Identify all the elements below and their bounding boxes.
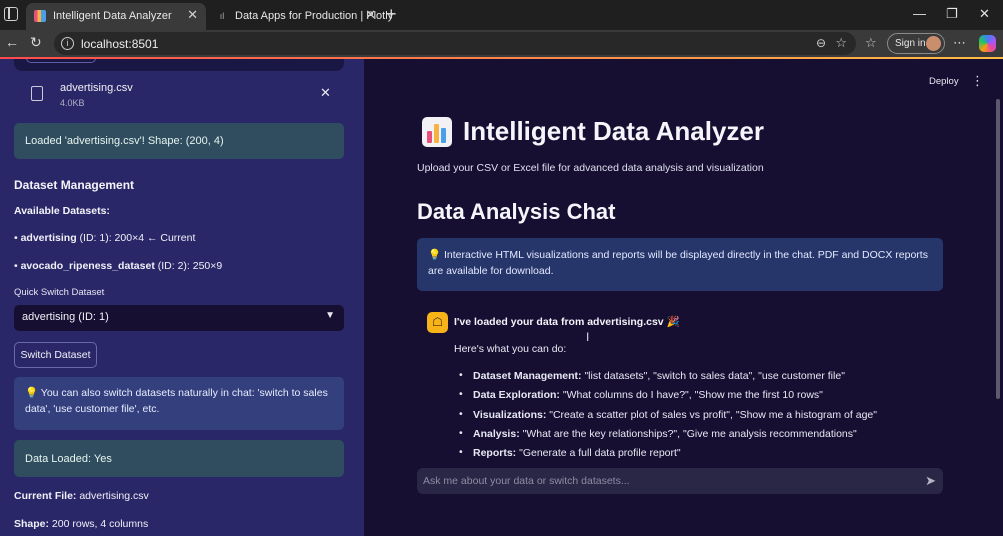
tip-text: 💡 You can also switch datasets naturally… <box>25 387 328 415</box>
list-item: Dataset Management: "list datasets", "sw… <box>458 369 877 389</box>
more-icon[interactable]: ⋯ <box>953 35 966 51</box>
kebab-icon[interactable]: ⋮ <box>971 73 984 89</box>
chevron-down-icon[interactable]: ▼ <box>325 310 335 321</box>
available-datasets-label: Available Datasets: <box>14 205 110 217</box>
current-file-line: Current File: advertising.csv <box>14 490 149 502</box>
page-subtitle: Upload your CSV or Excel file for advanc… <box>417 162 764 174</box>
bot-icon: ☖ <box>427 312 448 333</box>
send-icon[interactable]: ➤ <box>925 473 936 489</box>
new-tab-button[interactable]: + <box>386 4 397 25</box>
bar-chart-icon <box>422 117 452 147</box>
address-row: ← ↻ i localhost:8501 ⊖ ☆ ☆ Sign in ⋯ <box>0 30 1003 57</box>
zoom-icon[interactable]: ⊖ <box>816 36 826 50</box>
star-icon[interactable]: ☆ <box>835 35 847 51</box>
file-icon <box>31 86 43 101</box>
dataset-list-item: • avocado_ripeness_dataset (ID: 2): 250×… <box>14 260 223 272</box>
page-title: Intelligent Data Analyzer <box>463 116 764 146</box>
scrollbar[interactable] <box>996 99 1000 399</box>
copilot-icon[interactable] <box>979 35 996 52</box>
address-bar[interactable]: i localhost:8501 ⊖ ☆ <box>54 32 856 55</box>
tab-plotly[interactable]: ıl Data Apps for Production | Plotly ✕ <box>208 3 393 30</box>
data-loaded-alert: Data Loaded: Yes <box>14 440 344 477</box>
close-icon[interactable]: ✕ <box>365 7 376 23</box>
dataset-select[interactable]: advertising (ID: 1) ▼ <box>14 305 344 331</box>
tab-title: Intelligent Data Analyzer <box>53 10 172 22</box>
list-item: Data Exploration: "What columns do I hav… <box>458 388 877 408</box>
dataset-list-item: • advertising (ID: 1): 200×4 ← Current <box>14 232 196 244</box>
shape-line: Shape: 200 rows, 4 columns <box>14 518 149 530</box>
message-title: I've loaded your data from advertising.c… <box>454 316 680 328</box>
sidebar: advertising.csv 4.0KB ✕ Loaded 'advertis… <box>0 59 364 536</box>
loaded-message: Loaded 'advertising.csv'! Shape: (200, 4… <box>25 135 224 147</box>
browser-window: Intelligent Data Analyzer ✕ ıl Data Apps… <box>0 0 1003 536</box>
quick-switch-label: Quick Switch Dataset <box>14 287 105 298</box>
loaded-success-alert: Loaded 'advertising.csv'! Shape: (200, 4… <box>14 123 344 159</box>
back-icon[interactable]: ← <box>5 34 19 50</box>
close-icon[interactable]: ✕ <box>320 85 331 101</box>
restore-icon[interactable]: ❐ <box>946 6 958 22</box>
deploy-button[interactable]: Deploy <box>929 76 959 87</box>
info-alert: 💡 Interactive HTML visualizations and re… <box>417 238 943 291</box>
chat-input[interactable]: Ask me about your data or switch dataset… <box>417 468 943 494</box>
streamlit-app: advertising.csv 4.0KB ✕ Loaded 'advertis… <box>0 57 1003 536</box>
chat-input-placeholder: Ask me about your data or switch dataset… <box>423 475 630 487</box>
info-icon[interactable]: i <box>61 37 74 50</box>
capabilities-list: Dataset Management: "list datasets", "sw… <box>458 369 877 466</box>
text-cursor-icon: I <box>586 330 590 344</box>
sign-in-label: Sign in <box>895 38 926 49</box>
list-item: Reports: "Generate a full data profile r… <box>458 446 877 466</box>
dataset-management-header: Dataset Management <box>14 178 135 192</box>
window-icon[interactable] <box>4 7 18 21</box>
data-loaded-text: Data Loaded: Yes <box>25 452 112 465</box>
tab-favicon: ıl <box>219 11 225 21</box>
uploaded-file-name: advertising.csv <box>60 82 133 94</box>
uploaded-file-size: 4.0KB <box>60 98 85 108</box>
tab-favicon <box>34 10 46 22</box>
sign-in-button[interactable]: Sign in <box>887 33 945 54</box>
list-item: Analysis: "What are the key relationship… <box>458 427 877 447</box>
dataset-select-value: advertising (ID: 1) <box>22 311 109 323</box>
info-text: 💡 Interactive HTML visualizations and re… <box>428 249 928 277</box>
avatar <box>926 36 941 51</box>
favorites-icon[interactable]: ☆ <box>865 35 877 51</box>
main-content: Deploy ⋮ Intelligent Data Analyzer Uploa… <box>364 59 1003 536</box>
refresh-icon[interactable]: ↻ <box>30 34 42 51</box>
minimize-icon[interactable]: — <box>913 6 926 21</box>
close-window-icon[interactable]: ✕ <box>979 6 990 22</box>
browse-files-button[interactable] <box>26 59 96 63</box>
list-item: Visualizations: "Create a scatter plot o… <box>458 408 877 428</box>
tab-intelligent-data-analyzer[interactable]: Intelligent Data Analyzer ✕ <box>26 3 206 30</box>
message-intro: Here's what you can do: <box>454 343 567 355</box>
tab-bar: Intelligent Data Analyzer ✕ ıl Data Apps… <box>0 0 1003 30</box>
url-text[interactable]: localhost:8501 <box>81 37 158 51</box>
close-icon[interactable]: ✕ <box>187 7 198 23</box>
switch-dataset-button[interactable]: Switch Dataset <box>14 342 97 368</box>
chat-title: Data Analysis Chat <box>417 199 616 224</box>
tip-info-alert: 💡 You can also switch datasets naturally… <box>14 377 344 430</box>
